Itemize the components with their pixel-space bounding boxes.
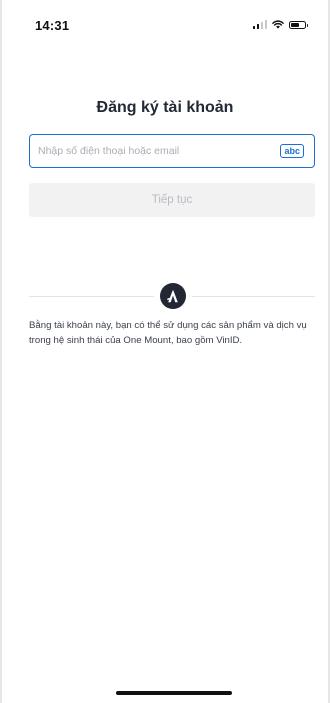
continue-button[interactable]: Tiếp tục (29, 183, 315, 217)
home-indicator[interactable] (116, 691, 232, 695)
wifi-icon (272, 20, 284, 29)
phone-screen: 14:31 Đăng ký tài khoản abc Tiếp tục (0, 0, 330, 703)
cellular-signal-icon (252, 20, 267, 29)
brand-divider (29, 283, 315, 311)
phone-email-input[interactable] (38, 145, 281, 157)
status-bar: 14:31 (2, 0, 328, 44)
battery-icon (289, 20, 308, 29)
terms-text: Bằng tài khoản này, bạn có thể sử dụng c… (29, 320, 307, 346)
phone-email-field[interactable]: abc (29, 134, 315, 168)
page-title: Đăng ký tài khoản (96, 99, 234, 116)
keyboard-type-badge[interactable]: abc (280, 144, 304, 158)
status-icons (252, 20, 308, 29)
status-time: 14:31 (35, 18, 70, 33)
one-mount-logo-icon (160, 283, 186, 309)
